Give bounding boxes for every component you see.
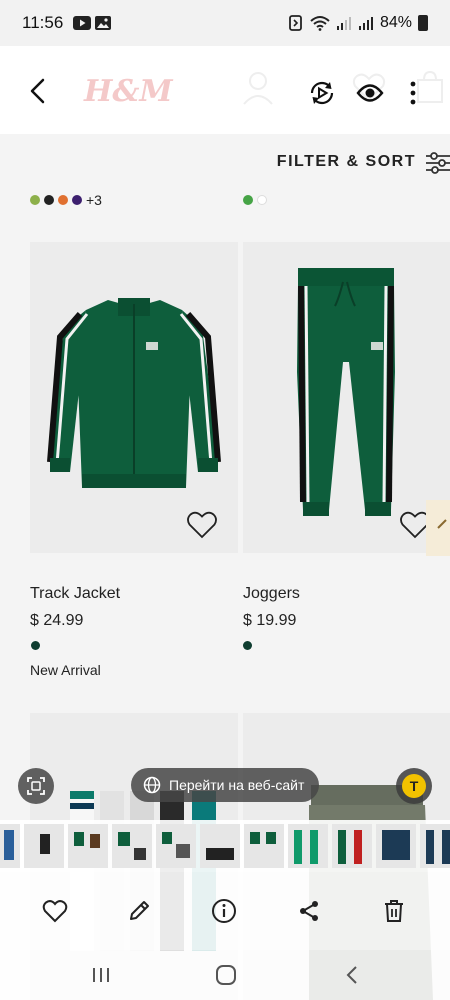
account-icon (243, 72, 273, 105)
color-swatch[interactable] (243, 195, 253, 205)
image-search-icon (27, 777, 45, 795)
product-image-joggers[interactable] (243, 242, 450, 553)
chevron-up-icon (437, 519, 447, 529)
status-time: 11:56 (22, 13, 64, 32)
more-colors-count: +3 (86, 192, 102, 208)
heart-icon (42, 900, 68, 923)
youtube-icon (73, 16, 92, 30)
share-icon (300, 901, 318, 921)
product-name[interactable]: Joggers (243, 585, 300, 603)
sliders-icon[interactable] (426, 152, 450, 174)
signal-icon-2 (358, 17, 373, 30)
color-swatches-joggers[interactable] (243, 192, 267, 208)
status-notification-icons (73, 16, 112, 30)
thumbnail[interactable] (24, 824, 64, 868)
thumbnail[interactable] (288, 824, 328, 868)
globe-icon (143, 776, 161, 794)
thumbnail[interactable] (0, 824, 20, 868)
back-button[interactable] (24, 76, 54, 106)
share-button[interactable] (294, 896, 324, 926)
color-swatch[interactable] (44, 195, 54, 205)
details-button[interactable] (209, 896, 239, 926)
chevron-left-icon (30, 78, 45, 104)
filter-bar: FILTER & SORT (0, 134, 450, 190)
home-icon (216, 965, 236, 985)
scroll-top-tab[interactable] (426, 500, 450, 556)
browser-header: H&M (0, 46, 450, 134)
thumbnail[interactable] (68, 824, 108, 868)
signal-icon (336, 17, 351, 30)
thumbnail[interactable] (156, 824, 196, 868)
gallery-icon (95, 16, 112, 30)
recent-apps-button[interactable] (86, 960, 116, 990)
more-vertical-icon (410, 81, 416, 105)
status-right: 84% (288, 14, 428, 32)
open-website-label: Перейти на веб-сайт (169, 777, 305, 793)
filter-sort-button[interactable]: FILTER & SORT (277, 153, 416, 171)
thumbnail[interactable] (376, 824, 416, 868)
back-nav-button[interactable] (337, 960, 367, 990)
action-bar (0, 872, 450, 950)
status-bar: 11:56 84% (0, 0, 450, 46)
recents-icon (93, 968, 109, 982)
joggers-image (297, 268, 395, 516)
chevron-left-icon (346, 966, 357, 984)
trash-icon (385, 900, 403, 922)
color-swatches-jacket[interactable]: +3 (30, 192, 102, 208)
lens-button[interactable] (18, 768, 54, 804)
color-swatch[interactable] (30, 195, 40, 205)
selected-color-dot (243, 641, 252, 650)
favorite-button[interactable] (40, 896, 70, 926)
image-thumbnail-strip[interactable] (0, 820, 450, 872)
thumbnail[interactable] (200, 824, 240, 868)
rotate-play-button[interactable] (307, 78, 337, 108)
product-price: $ 24.99 (30, 612, 84, 629)
color-swatch[interactable] (58, 195, 68, 205)
thumbnail[interactable] (112, 824, 152, 868)
edit-button[interactable] (124, 896, 154, 926)
thumbnail[interactable] (332, 824, 372, 868)
refresh-play-icon (310, 81, 334, 105)
product-price: $ 19.99 (243, 612, 297, 629)
delete-button[interactable] (379, 896, 409, 926)
thumbnail[interactable] (420, 824, 450, 868)
color-swatch[interactable] (72, 195, 82, 205)
favorite-heart-icon[interactable] (186, 510, 218, 540)
nfc-icon (289, 15, 302, 31)
battery-percent: 84% (379, 14, 412, 31)
more-options-button[interactable] (398, 78, 428, 108)
text-icon-letter: T (410, 778, 419, 794)
info-icon (212, 899, 236, 923)
track-jacket-image (47, 298, 221, 488)
wifi-icon (310, 16, 330, 31)
brand-logo: H&M (84, 74, 173, 109)
pencil-icon (130, 901, 149, 920)
text-extract-button[interactable]: T (396, 768, 432, 804)
product-name[interactable]: Track Jacket (30, 585, 120, 603)
product-image-track-jacket[interactable] (30, 242, 238, 553)
battery-icon (418, 15, 428, 31)
view-button[interactable] (355, 78, 385, 108)
eye-icon (356, 84, 384, 102)
new-arrival-tag: New Arrival (30, 662, 101, 678)
color-swatch[interactable] (257, 195, 267, 205)
home-button[interactable] (211, 960, 241, 990)
thumbnail[interactable] (244, 824, 284, 868)
selected-color-dot (31, 641, 40, 650)
system-nav-bar (0, 950, 450, 1000)
open-website-button[interactable]: Перейти на веб-сайт (131, 768, 319, 802)
text-select-icon: T (402, 774, 426, 798)
